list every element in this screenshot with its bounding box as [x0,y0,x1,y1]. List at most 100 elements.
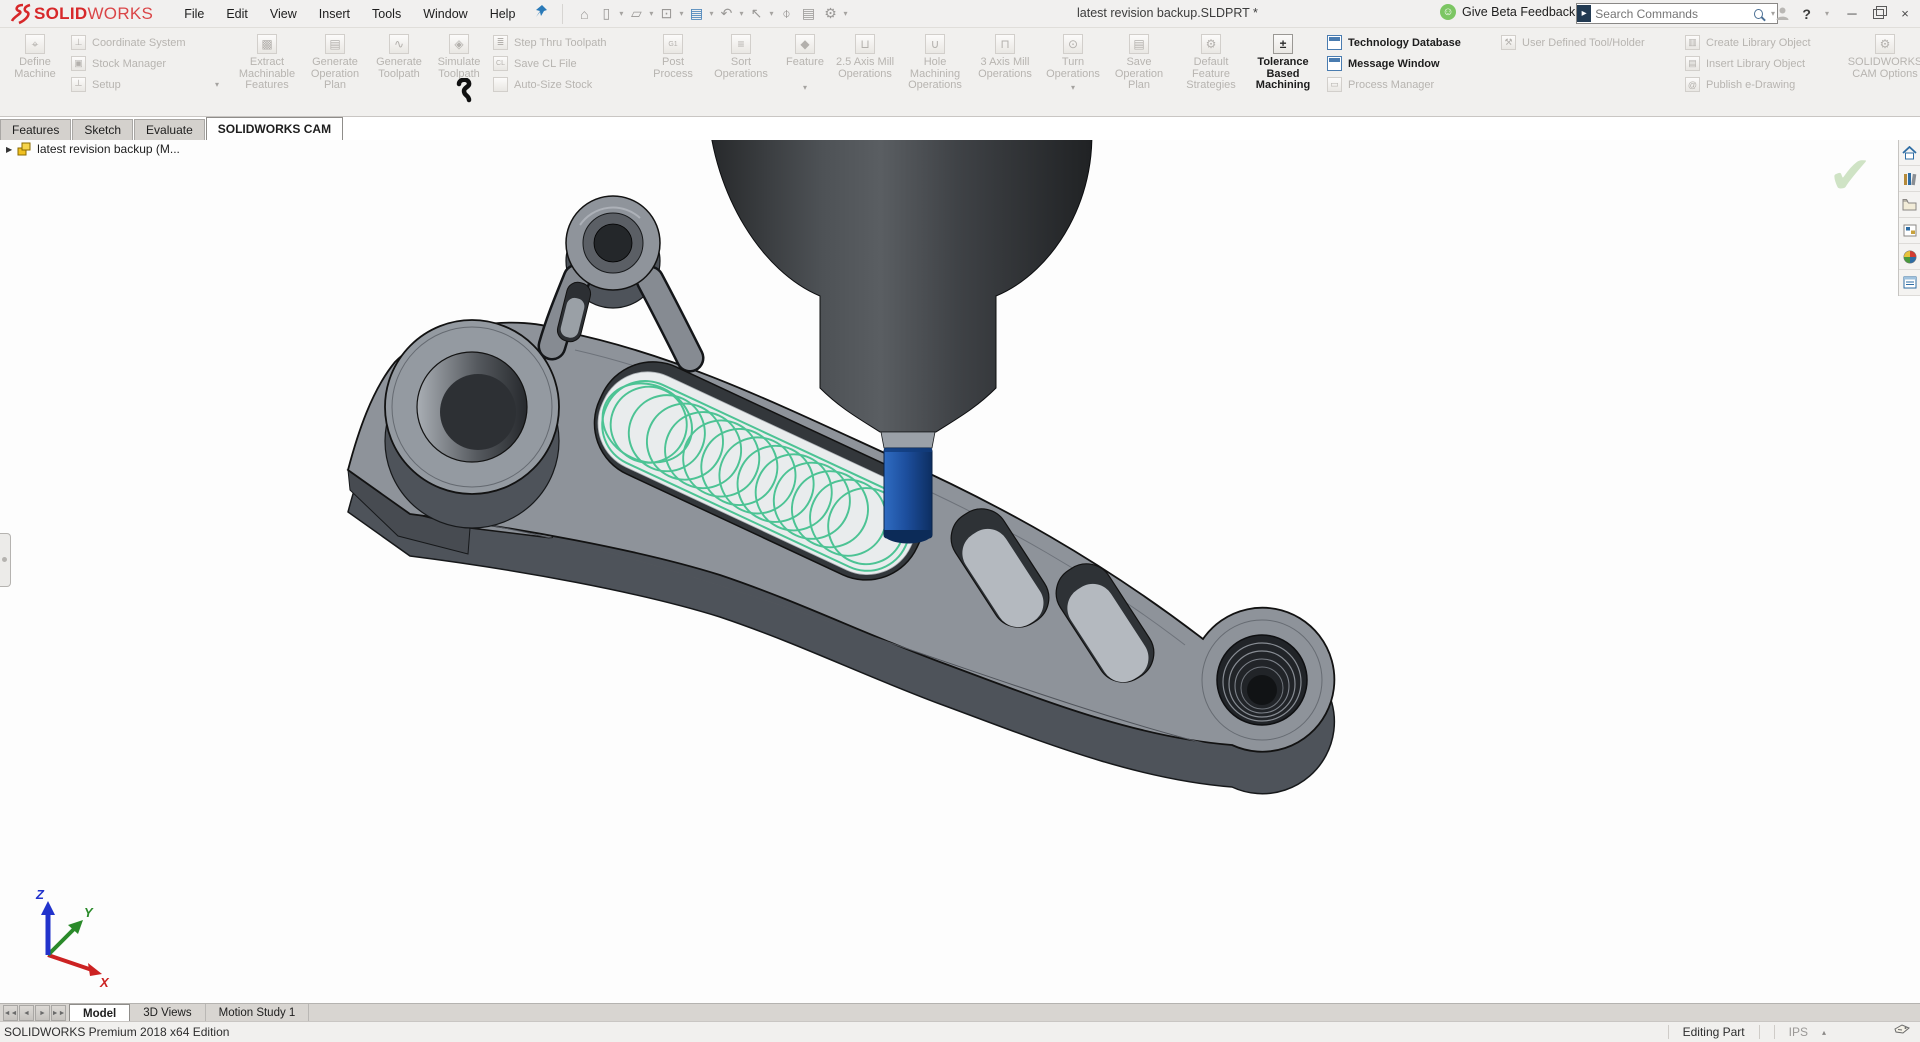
search-icon[interactable] [1754,9,1763,19]
confirmation-check-icon[interactable]: ✔ [1828,150,1872,202]
help-dropdown-icon[interactable]: ▾ [1825,9,1829,18]
restore-button[interactable] [1873,9,1884,19]
auto-size-stock-label: Auto-Size Stock [514,79,592,91]
cam-options-button[interactable]: SOLIDWORKS CAM Options [1844,29,1920,116]
feature-pane-splitter-handle[interactable] [0,533,11,587]
menu-edit[interactable]: Edit [215,3,259,25]
open-icon[interactable]: ▱ [626,4,646,24]
options-gear-icon[interactable]: ⚙ [821,4,841,24]
auto-size-stock-button[interactable]: Auto-Size Stock [493,75,633,94]
feature-button[interactable]: Feature ▾ [780,29,830,116]
options-dropdown-icon[interactable]: ▾ [844,9,848,18]
create-library-object-button[interactable]: Create Library Object [1685,33,1833,52]
custom-properties-icon[interactable] [1899,270,1920,296]
print-icon[interactable]: ▤ [686,4,706,24]
tab-sketch[interactable]: Sketch [72,119,133,140]
unit-system-selector[interactable]: IPS [1789,1025,1808,1039]
new-document-icon[interactable]: ▯ [596,4,616,24]
menu-file[interactable]: File [173,3,215,25]
undo-dropdown-icon[interactable]: ▾ [739,9,743,18]
message-window-button[interactable]: Message Window [1327,54,1485,73]
file-properties-icon[interactable]: ▤ [799,4,819,24]
mill-3-axis-button[interactable]: 3 Axis Mill Operations [970,29,1040,116]
help-menu-icon[interactable]: ? [1802,6,1811,22]
prev-tab-button[interactable]: ◄ [19,1005,34,1021]
expand-arrow-icon[interactable]: ▶ [6,145,12,154]
save-icon[interactable]: ⊡ [656,4,676,24]
menu-insert[interactable]: Insert [308,3,361,25]
open-dropdown-icon[interactable]: ▾ [649,9,653,18]
publish-edrawing-button[interactable]: Publish e-Drawing [1685,75,1833,94]
save-cl-file-button[interactable]: Save CL File [493,54,633,73]
search-dropdown-icon[interactable]: ▾ [1771,9,1775,18]
tab-solidworks-cam[interactable]: SOLIDWORKS CAM [206,117,343,140]
menu-window[interactable]: Window [412,3,478,25]
save-operation-plan-button[interactable]: Save Operation Plan [1106,29,1172,116]
view-palette-icon[interactable] [1899,218,1920,244]
new-dropdown-icon[interactable]: ▾ [619,9,623,18]
generate-operation-plan-button[interactable]: Generate Operation Plan [302,29,368,116]
save-dropdown-icon[interactable]: ▾ [679,9,683,18]
search-input[interactable] [1591,7,1754,21]
tab-evaluate[interactable]: Evaluate [134,119,205,140]
technology-database-button[interactable]: Technology Database [1327,33,1485,52]
step-thru-toolpath-button[interactable]: Step Thru Toolpath [493,33,633,52]
feature-dropdown-icon[interactable]: ▾ [803,83,807,92]
post-process-button[interactable]: Post Process [644,29,702,116]
sort-operations-button[interactable]: Sort Operations [708,29,774,116]
stock-manager-label: Stock Manager [92,58,166,70]
home-icon[interactable]: ⌂ [574,4,594,24]
menu-tools[interactable]: Tools [361,3,412,25]
last-tab-button[interactable]: ►► [51,1005,66,1021]
menu-view[interactable]: View [259,3,308,25]
tag-icon[interactable] [1894,1024,1910,1040]
extract-machinable-features-button[interactable]: Extract Machinable Features [232,29,302,116]
feature-tree-root[interactable]: ▶ latest revision backup (M... [6,142,180,156]
hole-machining-button[interactable]: Hole Machining Operations [900,29,970,116]
generate-toolpath-button[interactable]: Generate Toolpath [368,29,430,116]
print-dropdown-icon[interactable]: ▾ [709,9,713,18]
tolerance-based-machining-button[interactable]: Tolerance Based Machining [1250,29,1316,116]
tab-3d-views[interactable]: 3D Views [130,1004,205,1022]
simulate-toolpath-icon [449,34,469,54]
define-machine-button[interactable]: Define Machine [4,29,66,116]
setup-dropdown-icon[interactable]: ▾ [215,80,219,89]
tab-model[interactable]: Model [69,1004,130,1022]
menu-help[interactable]: Help [479,3,527,25]
select-dropdown-icon[interactable]: ▾ [769,9,773,18]
tab-features[interactable]: Features [0,119,71,140]
process-manager-button[interactable]: Process Manager [1327,75,1485,94]
process-manager-icon [1327,77,1342,92]
magnified-selection-icon[interactable]: ⌽ [777,4,797,24]
graphics-viewport[interactable]: X Y Z ▶ latest revision backup (M... ▾ ▾ [0,140,1920,1003]
turn-operations-button[interactable]: Turn Operations ▾ [1040,29,1106,116]
default-feature-strategies-button[interactable]: Default Feature Strategies [1178,29,1244,116]
select-icon[interactable]: ↖ [746,4,766,24]
tolerance-based-machining-label: Tolerance Based Machining [1252,57,1314,92]
first-tab-button[interactable]: ◄◄ [3,1005,18,1021]
file-explorer-icon[interactable] [1899,192,1920,218]
end-mill-tool [884,448,932,544]
appearances-icon[interactable] [1899,244,1920,270]
user-account-icon[interactable] [1775,6,1790,21]
mill-25-axis-button[interactable]: 2.5 Axis Mill Operations [830,29,900,116]
beta-feedback[interactable]: ☺ Give Beta Feedback [1440,4,1575,20]
user-defined-tool-holder-button[interactable]: User Defined Tool/Holder [1501,33,1669,52]
unit-system-dropdown-icon[interactable]: ▴ [1822,1028,1826,1037]
search-scope-icon[interactable]: ▸ [1577,5,1591,22]
save-cl-file-label: Save CL File [514,58,577,70]
tab-motion-study-1[interactable]: Motion Study 1 [206,1004,310,1022]
pin-menu-icon[interactable] [534,4,548,23]
stock-manager-button[interactable]: Stock Manager [71,54,221,73]
design-library-icon[interactable] [1899,166,1920,192]
next-tab-button[interactable]: ► [35,1005,50,1021]
setup-icon [71,77,86,92]
task-pane-home-icon[interactable] [1899,140,1920,166]
close-button[interactable]: × [1896,6,1914,21]
setup-button[interactable]: Setup▾ [71,75,221,94]
insert-library-object-button[interactable]: Insert Library Object [1685,54,1833,73]
minimize-button[interactable]: ─ [1843,6,1861,21]
undo-icon[interactable]: ↶ [716,4,736,24]
turn-operations-dropdown-icon[interactable]: ▾ [1071,83,1075,92]
coordinate-system-button[interactable]: Coordinate System [71,33,221,52]
